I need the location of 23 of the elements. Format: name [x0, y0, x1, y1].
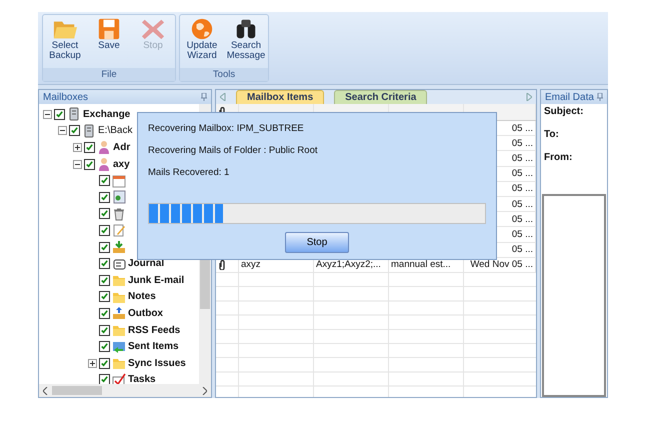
table-cell: 05 ... [512, 244, 533, 256]
table-cell: mannual est... [391, 259, 451, 270]
table-cell: 05 ... [512, 122, 533, 134]
table-cell: 05 ... [512, 214, 533, 225]
table-cell: 05 ... [512, 152, 533, 164]
field-label: To: [544, 129, 560, 140]
table-cell: 05 ... [512, 183, 533, 194]
field-label: From: [544, 152, 574, 163]
table-cell: Axyz1;Axyz2;... [316, 259, 381, 270]
group-label: Tools [180, 68, 268, 81]
table-cell: 05 ... [512, 198, 533, 210]
status-text: Recovering Mailbox: IPM_SUBTREE [148, 123, 305, 136]
group-label: File [43, 68, 175, 81]
status-text: Mails Recovered: 1 [148, 166, 230, 180]
panel-title: Email Data [545, 92, 594, 102]
field-label: Subject: [544, 106, 584, 117]
table-cell: Wed Nov 05 ... [470, 259, 533, 270]
panel-title: Mailboxes [43, 92, 88, 102]
table-cell: 05 ... [512, 228, 533, 240]
table-cell: axyz [241, 259, 261, 270]
table-cell: 05 ... [512, 168, 533, 180]
table-cell: 05 ... [512, 138, 533, 149]
status-text: Recovering Mails of Folder : Public Root [148, 144, 318, 158]
